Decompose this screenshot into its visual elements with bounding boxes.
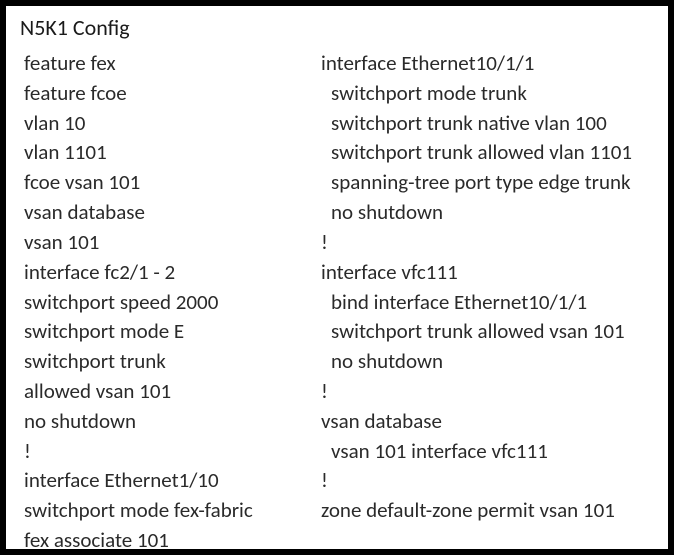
config-line: vlan 10 <box>24 109 309 139</box>
config-line: spanning-tree port type edge trunk <box>321 168 650 198</box>
config-line: no shutdown <box>321 198 650 228</box>
config-line: switchport mode E <box>24 317 309 347</box>
config-line: feature fcoe <box>24 79 309 109</box>
config-line: ! <box>321 466 650 496</box>
config-line: interface fc2/1 - 2 <box>24 258 309 288</box>
config-line: switchport trunk allowed vlan 1101 <box>321 138 650 168</box>
config-line: ! <box>24 437 309 467</box>
config-line: switchport mode trunk <box>321 79 650 109</box>
config-line: zone default-zone permit vsan 101 <box>321 496 650 526</box>
right-column: interface Ethernet10/1/1switchport mode … <box>321 49 650 556</box>
config-line: interface Ethernet10/1/1 <box>321 49 650 79</box>
left-column: feature fexfeature fcoevlan 10vlan 1101f… <box>24 49 309 556</box>
config-line: fcoe vsan 101 <box>24 168 309 198</box>
config-frame: N5K1 Config feature fexfeature fcoevlan … <box>0 0 674 555</box>
config-line: vsan 101 interface vfc111 <box>321 437 650 467</box>
config-line: switchport trunk allowed vsan 101 <box>321 317 650 347</box>
config-line: allowed vsan 101 <box>24 377 309 407</box>
config-line: bind interface Ethernet10/1/1 <box>321 288 650 318</box>
config-line: ! <box>321 377 650 407</box>
config-line: interface Ethernet1/10 <box>24 466 309 496</box>
config-line: ! <box>321 228 650 258</box>
config-line: switchport mode fex-fabric <box>24 496 309 526</box>
config-line: no shutdown <box>24 407 309 437</box>
config-line: switchport speed 2000 <box>24 288 309 318</box>
config-line: vsan database <box>24 198 309 228</box>
config-line: feature fex <box>24 49 309 79</box>
config-line: fex associate 101 <box>24 526 309 556</box>
config-line: vsan 101 <box>24 228 309 258</box>
config-title: N5K1 Config <box>20 14 650 41</box>
config-line: switchport trunk native vlan 100 <box>321 109 650 139</box>
config-columns: feature fexfeature fcoevlan 10vlan 1101f… <box>24 49 650 556</box>
config-line: vsan database <box>321 407 650 437</box>
config-line: switchport trunk <box>24 347 309 377</box>
config-line: vlan 1101 <box>24 138 309 168</box>
config-line: no shutdown <box>321 347 650 377</box>
config-line: interface vfc111 <box>321 258 650 288</box>
